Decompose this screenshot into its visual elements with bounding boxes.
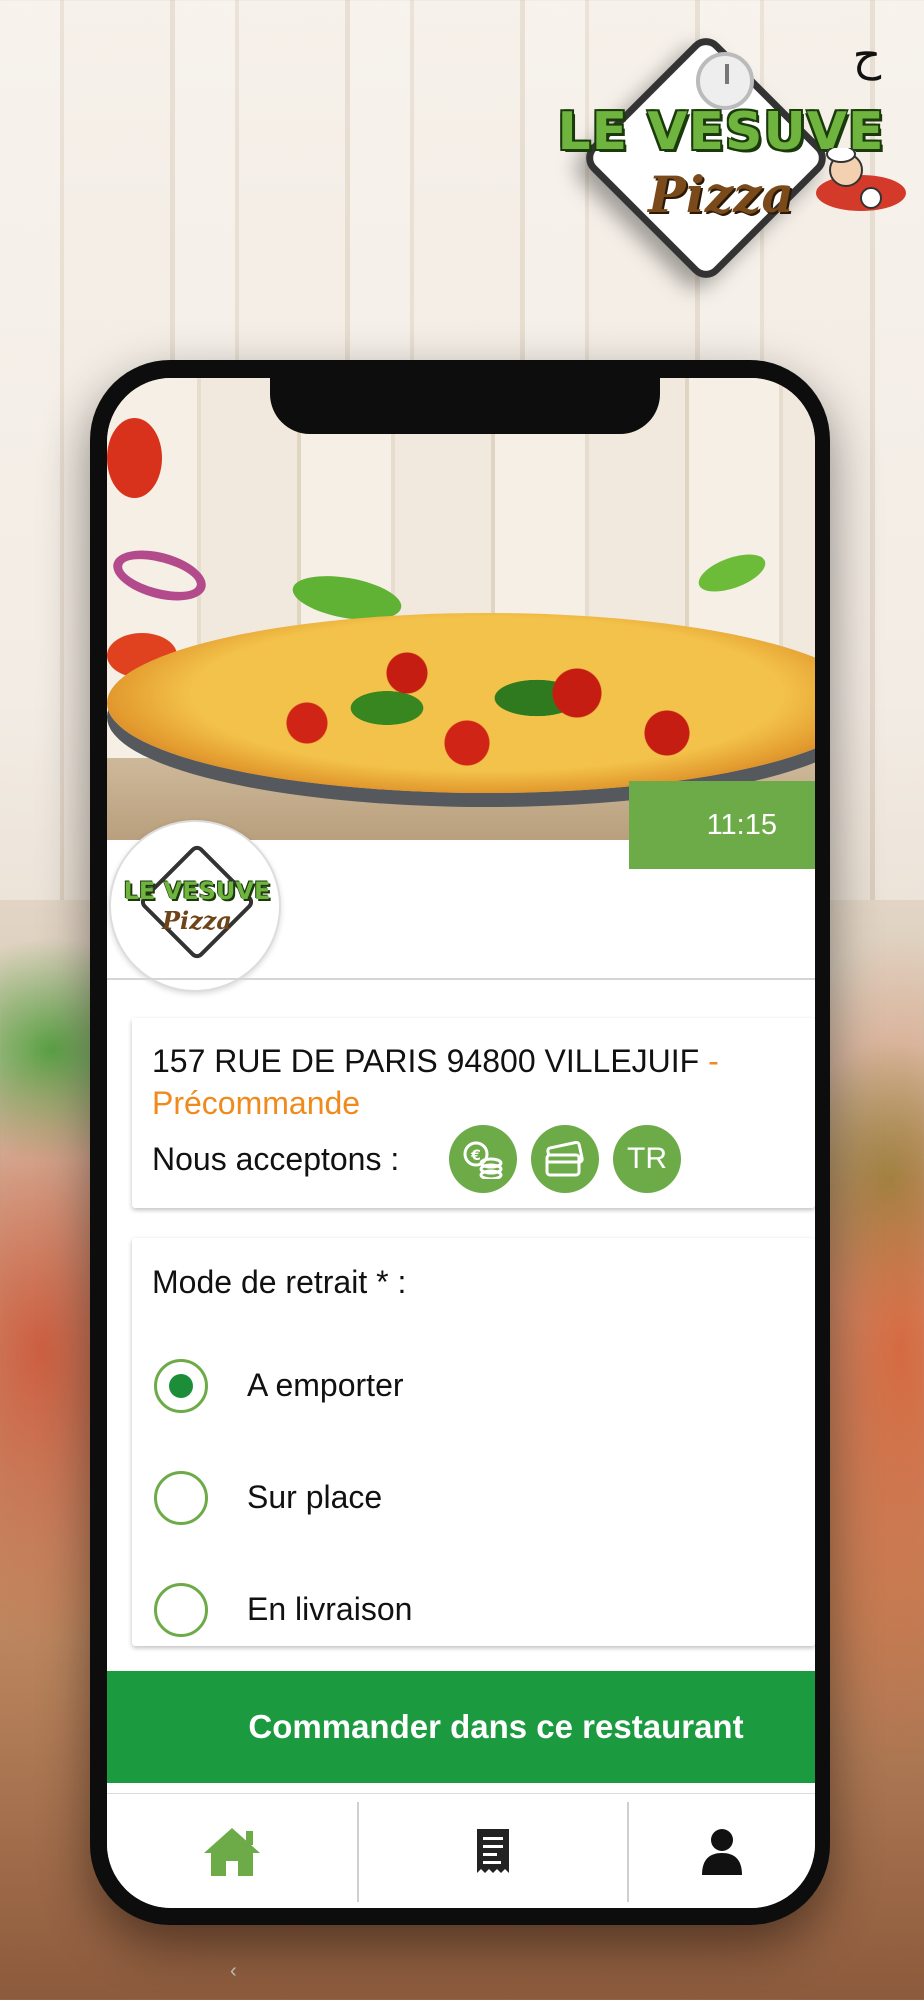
cash-icon: € xyxy=(449,1125,517,1193)
radio-label-dine-in: Sur place xyxy=(247,1479,383,1515)
svg-text:€: € xyxy=(470,1148,481,1164)
order-button[interactable]: Commander dans ce restaurant xyxy=(107,1671,815,1783)
divider xyxy=(107,978,815,980)
restaurant-address: 157 RUE DE PARIS 94800 VILLEJUIF - Préco… xyxy=(152,1040,792,1124)
back-chevron-icon: ‹ xyxy=(230,1960,237,1982)
withdrawal-mode-title: Mode de retrait * : xyxy=(152,1264,407,1300)
avatar-subtitle: Pizza xyxy=(162,906,232,935)
order-status: Précommande xyxy=(152,1085,361,1121)
chef-icon xyxy=(816,148,906,211)
brand-logo: LE VESUVE Pizza ح xyxy=(556,30,924,300)
home-icon xyxy=(204,1827,260,1876)
address-text: 157 RUE DE PARIS 94800 VILLEJUIF xyxy=(152,1043,700,1079)
radio-option-delivery[interactable]: En livraison xyxy=(152,1575,792,1645)
bottom-nav xyxy=(107,1793,815,1908)
status-separator: - xyxy=(699,1043,719,1079)
ticket-restaurant-icon: TR xyxy=(613,1125,681,1193)
nav-home[interactable] xyxy=(107,1794,357,1908)
radio-label-delivery: En livraison xyxy=(247,1591,413,1627)
withdrawal-mode-card: Mode de retrait * : A emporter Sur place… xyxy=(132,1238,815,1646)
radio-label-takeaway: A emporter xyxy=(247,1367,404,1403)
hero-image xyxy=(107,378,815,840)
basil-decoration xyxy=(693,546,771,600)
avatar-title: LE VESUVE xyxy=(123,877,271,905)
app-screen: 11:15 LE VESUVE Pizza 157 RUE DE PARIS 9… xyxy=(107,378,815,1908)
radio-button-dine-in[interactable] xyxy=(154,1471,208,1525)
halal-mark: ح xyxy=(852,30,882,81)
radio-button-delivery[interactable] xyxy=(154,1583,208,1637)
tomato-decoration xyxy=(107,418,162,498)
radio-button-takeaway[interactable] xyxy=(154,1359,208,1413)
pickup-time-badge: 11:15 xyxy=(629,781,815,869)
onion-decoration xyxy=(107,541,212,610)
credit-card-icon xyxy=(531,1125,599,1193)
payment-label: Nous acceptons : xyxy=(152,1141,400,1177)
phone-notch xyxy=(270,376,660,434)
radio-option-dine-in[interactable]: Sur place xyxy=(152,1463,792,1533)
radio-option-takeaway[interactable]: A emporter xyxy=(152,1351,792,1421)
nav-orders[interactable] xyxy=(359,1794,627,1908)
nav-account[interactable] xyxy=(629,1794,815,1908)
restaurant-info-card: 157 RUE DE PARIS 94800 VILLEJUIF - Préco… xyxy=(132,1018,815,1208)
receipt-icon xyxy=(477,1828,509,1873)
restaurant-avatar: LE VESUVE Pizza xyxy=(109,820,281,992)
user-icon xyxy=(702,1828,742,1875)
